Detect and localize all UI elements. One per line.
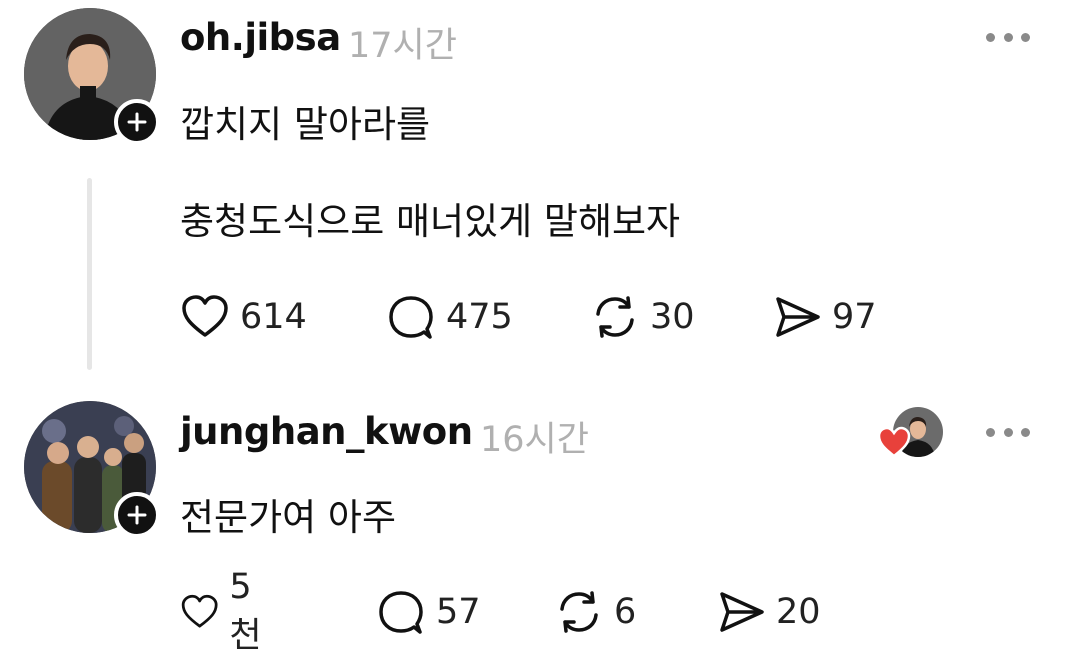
like-count: 614 xyxy=(240,297,307,337)
share-count: 97 xyxy=(832,297,877,337)
repost-icon xyxy=(596,296,634,338)
send-icon xyxy=(720,592,764,632)
heart-filled-icon xyxy=(877,426,911,458)
share-button[interactable]: 20 xyxy=(716,587,821,637)
repost-icon xyxy=(560,591,598,633)
send-icon xyxy=(776,297,820,337)
thread-line xyxy=(87,178,92,370)
dot-icon xyxy=(986,427,995,437)
follow-plus-button[interactable] xyxy=(114,492,160,538)
plus-icon xyxy=(127,505,147,525)
more-options-button[interactable] xyxy=(986,30,1030,44)
repost-count: 30 xyxy=(650,297,695,337)
more-options-button[interactable] xyxy=(986,425,1030,439)
like-button[interactable]: 614 xyxy=(180,292,307,342)
comment-icon xyxy=(389,296,433,339)
comment-icon xyxy=(379,591,423,634)
share-count: 20 xyxy=(776,592,821,632)
post-time: 16시간 xyxy=(480,420,589,460)
dot-icon xyxy=(1003,32,1013,42)
post-text-line: 전문가여 아주 xyxy=(180,496,397,539)
thread-post: junghan_kwon 16시간 전문가여 아주 5천 57 6 20 xyxy=(0,385,1080,658)
reply-button[interactable]: 57 xyxy=(376,587,481,637)
author-liked-indicator xyxy=(877,407,943,458)
dot-icon xyxy=(986,32,995,42)
username[interactable]: junghan_kwon xyxy=(180,410,473,453)
post-text-line: 깝치지 말아라를 xyxy=(180,103,431,146)
repost-button[interactable]: 6 xyxy=(554,587,636,637)
repost-button[interactable]: 30 xyxy=(590,292,695,342)
dot-icon xyxy=(1021,427,1030,437)
share-button[interactable]: 97 xyxy=(772,292,877,342)
dot-icon xyxy=(1003,427,1013,437)
dot-icon xyxy=(1021,32,1030,42)
heart-icon xyxy=(181,594,218,628)
username[interactable]: oh.jibsa xyxy=(180,16,341,59)
follow-plus-button[interactable] xyxy=(114,99,160,145)
post-time: 17시간 xyxy=(348,26,457,66)
repost-count: 6 xyxy=(614,592,637,632)
heart-icon xyxy=(182,295,228,337)
reply-count: 475 xyxy=(446,297,513,337)
like-button[interactable]: 5천 xyxy=(180,567,272,656)
reply-count: 57 xyxy=(436,592,481,632)
reply-button[interactable]: 475 xyxy=(386,292,513,342)
plus-icon xyxy=(127,112,147,132)
like-count: 5천 xyxy=(229,566,262,656)
post-text-line: 충청도식으로 매너있게 말해보자 xyxy=(180,200,681,243)
thread-post: oh.jibsa 17시간 깝치지 말아라를 충청도식으로 매너있게 말해보자 … xyxy=(0,0,1080,385)
